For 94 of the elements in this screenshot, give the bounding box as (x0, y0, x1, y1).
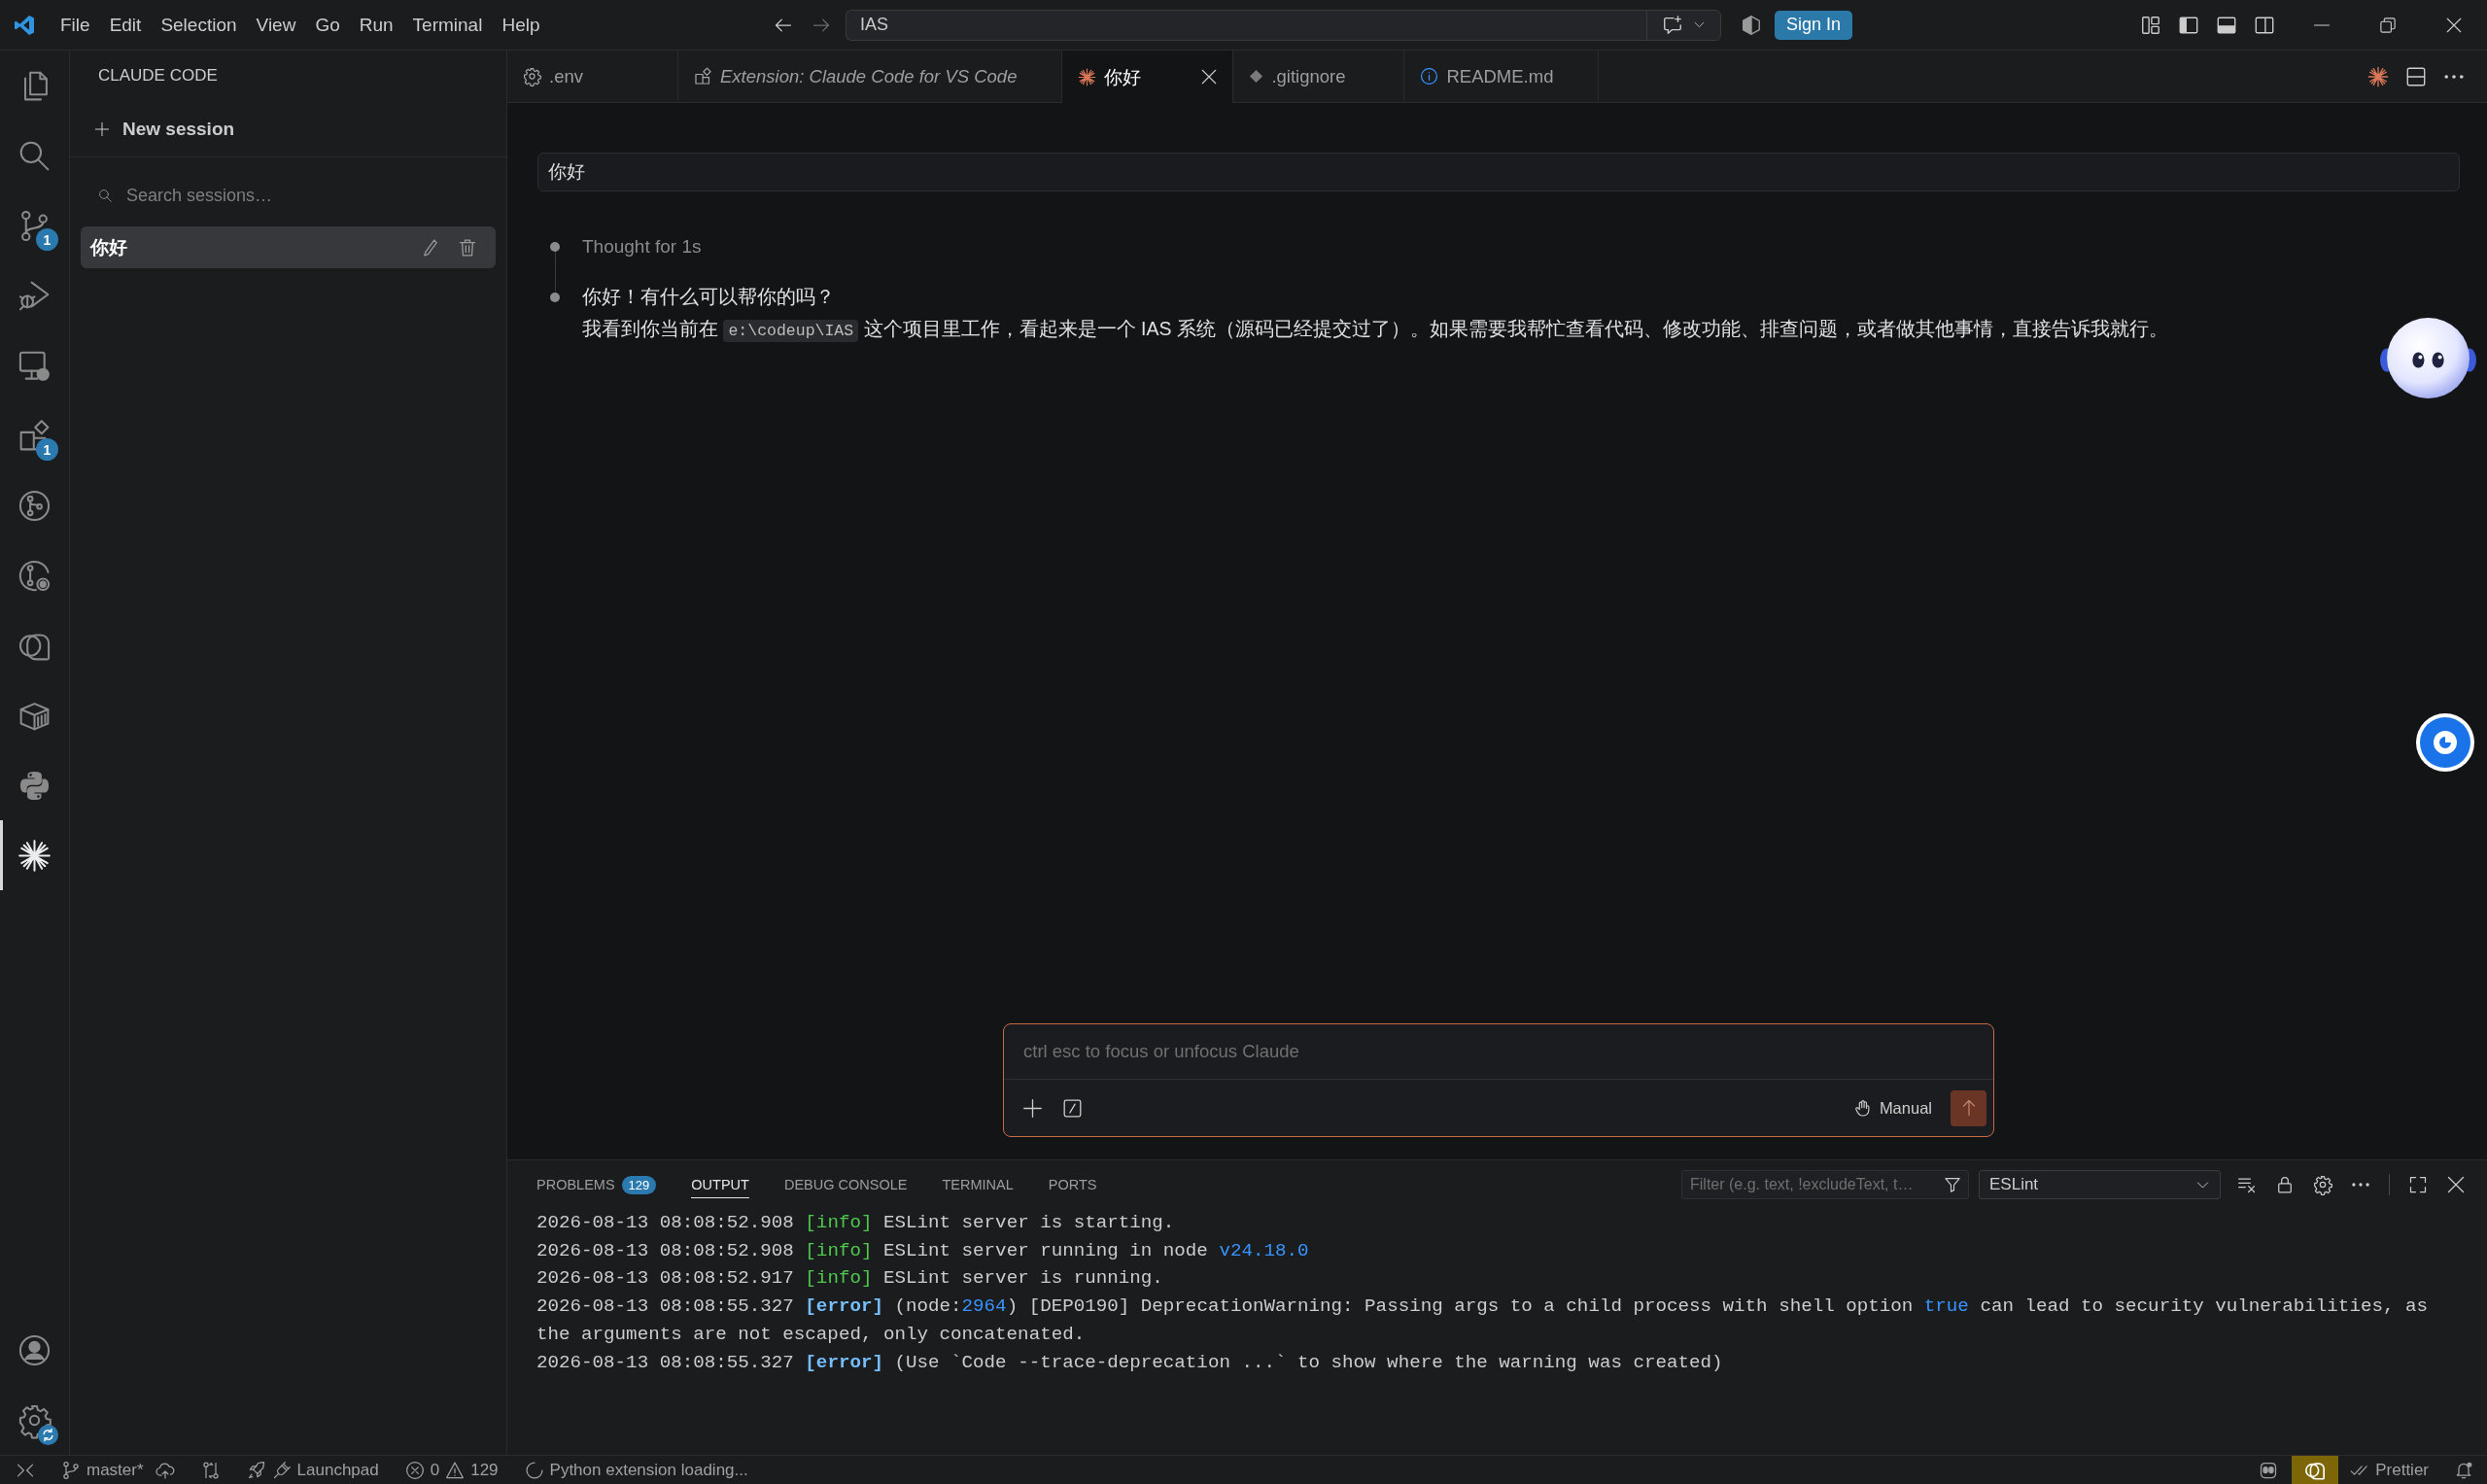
pencil-icon[interactable] (421, 237, 440, 258)
goggles-icon[interactable] (2259, 1460, 2279, 1480)
plus-icon[interactable] (1022, 1097, 1043, 1119)
blocks-icon (694, 67, 712, 86)
command-center[interactable]: IAS (846, 9, 1646, 41)
bullet-icon (550, 292, 560, 302)
warning-icon (445, 1460, 466, 1480)
trash-icon[interactable] (458, 237, 477, 258)
editor-tab[interactable]: .gitignore (1233, 51, 1405, 102)
menu-item[interactable]: Go (305, 9, 350, 41)
filter-icon[interactable] (1944, 1176, 1961, 1193)
blocks-icon[interactable] (17, 418, 52, 453)
menu-item[interactable]: File (51, 9, 100, 41)
branches-icon[interactable] (200, 1460, 221, 1480)
active-indicator (0, 820, 3, 890)
highlighted-status-item[interactable] (2292, 1456, 2339, 1484)
search-field[interactable]: Search sessions… (82, 179, 495, 212)
message-composer[interactable]: ctrl esc to focus or unfocus Claude Manual (1003, 1023, 1994, 1137)
thought-label: Thought for 1s (582, 235, 702, 259)
session-item[interactable]: 你好 (81, 226, 496, 268)
settings-icon[interactable] (17, 1402, 52, 1437)
sync-badge-icon (38, 1425, 58, 1445)
menu-item[interactable]: Help (492, 9, 550, 41)
launchpad-status[interactable]: Launchpad (246, 1460, 379, 1480)
search-icon (98, 189, 113, 203)
branch-target-icon[interactable] (17, 558, 52, 593)
menu-item[interactable]: Edit (99, 9, 152, 41)
menu-item[interactable]: View (246, 9, 306, 41)
close-icon[interactable] (1200, 68, 1219, 86)
menu-item[interactable]: Terminal (402, 9, 493, 41)
menu-item[interactable]: Run (349, 9, 403, 41)
close-icon[interactable] (2445, 16, 2463, 34)
bell-icon[interactable] (2454, 1460, 2473, 1480)
branch-status[interactable]: master* (61, 1460, 144, 1480)
circle-branch-icon[interactable] (17, 488, 52, 523)
new-session-button[interactable]: New session (70, 101, 506, 157)
gear-icon (523, 67, 541, 86)
layout-icon[interactable] (2140, 14, 2161, 36)
close-icon[interactable] (2445, 1175, 2466, 1194)
timeline-connector (554, 252, 556, 292)
bullet-icon (550, 241, 560, 252)
panel-tab[interactable]: PORTS (1048, 1171, 1097, 1198)
output-line: 2026-08-13 08:08:55.327 [error] (node:2964) [DEP0190] DeprecationWarning: Passing args to a child process with shell option true can lead to security vulnerabilities, as the arguments are not escaped, only concatenated. (536, 1294, 2429, 1347)
problems-status[interactable]: 0 129 (404, 1460, 499, 1480)
user-message: 你好 (537, 153, 2460, 191)
spinner-icon (524, 1460, 544, 1480)
plug-icon (271, 1460, 292, 1480)
panel-tab[interactable]: DEBUG CONSOLE (783, 1171, 908, 1198)
sidebar-title: CLAUDE CODE (97, 65, 219, 86)
editor-tab[interactable]: 你好 (1062, 51, 1234, 103)
editor-tab[interactable]: .env (507, 51, 678, 102)
diamond-icon (1249, 69, 1264, 84)
panel-tab[interactable]: OUTPUT (691, 1171, 749, 1198)
ring-icon[interactable] (2416, 713, 2474, 772)
message-input[interactable]: ctrl esc to focus or unfocus Claude (1004, 1024, 1993, 1080)
hand-icon (1852, 1098, 1872, 1118)
sign-in-button[interactable]: Sign In (1775, 10, 1853, 40)
restore-icon[interactable] (2379, 16, 2397, 34)
prettier-status[interactable]: Prettier (2350, 1460, 2429, 1480)
output-line: 2026-08-13 08:08:52.908 [info] ESLint server running in node v24.18.0 (536, 1238, 1310, 1263)
branch-icon (61, 1460, 81, 1480)
error-icon (404, 1460, 425, 1480)
output-line: 2026-08-13 08:08:52.908 [info] ESLint server is starting. (536, 1211, 1176, 1235)
channel-dropdown[interactable]: ESLint (1979, 1170, 2221, 1199)
panel-tab[interactable]: TERMINAL (942, 1171, 1014, 1198)
filter-field[interactable]: Filter (e.g. text, !excludeText, t… (1681, 1170, 1969, 1199)
count-badge: 129 (621, 1175, 657, 1194)
split-editor-icon[interactable] (2405, 65, 2427, 87)
send-button[interactable] (1951, 1089, 1986, 1126)
editor-tab[interactable]: README.md (1404, 51, 1600, 102)
logo-icon[interactable] (13, 13, 36, 37)
loading-status[interactable]: Python extension loading... (524, 1460, 748, 1480)
settings-icon[interactable] (2312, 1175, 2332, 1194)
maximize-icon[interactable] (2407, 1175, 2428, 1194)
info-icon (1420, 67, 1439, 86)
cloud-upload-icon[interactable] (155, 1460, 175, 1480)
reply-paragraph: 我看到你当前在 e:\codeup\IAS 这个项目里工作，看起来是一个 IAS 系统（源码已经提交过了）。如果需要我帮忙查看代码、修改功能、排查问题，或者做其他事情，直接告诉我就行。 (582, 317, 2168, 344)
chat-menu-button[interactable] (1646, 9, 1721, 41)
account-icon[interactable] (17, 1332, 52, 1367)
rocket-icon (246, 1460, 266, 1480)
asterisk-icon (1078, 67, 1097, 86)
output-line: 2026-08-13 08:08:52.917 [info] ESLint server is running. (536, 1266, 1164, 1292)
mode-button[interactable]: Manual (1852, 1098, 1932, 1118)
count-badge: 1 (36, 438, 58, 461)
reply-paragraph: 你好！有什么可以帮你的吗？ (582, 285, 836, 309)
count-badge: 1 (36, 228, 58, 251)
menu-item[interactable]: Selection (151, 9, 247, 41)
chat-sparkle-icon (1662, 14, 1683, 36)
plus-icon (94, 121, 110, 137)
slash-command-icon[interactable] (1062, 1097, 1083, 1119)
panel-tab[interactable]: PROBLEMS 129 (536, 1169, 657, 1200)
cube-icon[interactable] (1741, 14, 1762, 36)
mascot-icon[interactable] (2379, 317, 2477, 399)
output-line: 2026-08-13 08:08:55.327 [error] (Use `Code --trace-deprecation ...` to show where the warning was created) (536, 1350, 1724, 1375)
